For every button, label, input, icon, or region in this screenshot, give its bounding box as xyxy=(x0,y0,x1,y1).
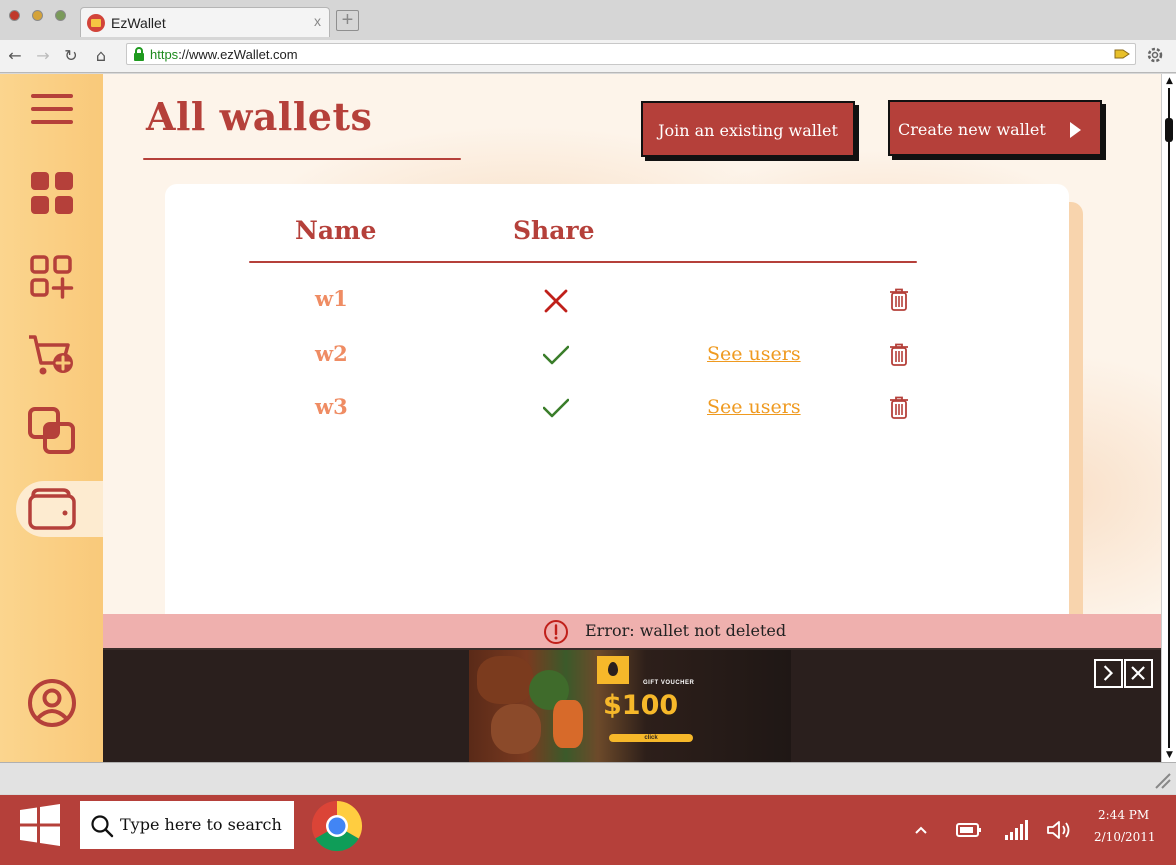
wallet-icon[interactable] xyxy=(25,482,79,536)
table-row: w3 See users xyxy=(103,388,1161,428)
taskbar-search-box[interactable]: Type here to search xyxy=(80,801,294,849)
page-viewport: All wallets Join an existing wallet Crea… xyxy=(0,74,1161,762)
scroll-up-icon[interactable]: ▲ xyxy=(1164,76,1175,86)
address-bar[interactable]: https://www.ezWallet.com xyxy=(126,43,1136,65)
battery-icon[interactable] xyxy=(956,819,982,841)
ad-voucher-image[interactable]: GIFT VOUCHER $100 click xyxy=(469,650,791,762)
chrome-browser-icon[interactable] xyxy=(311,800,363,852)
network-signal-icon[interactable] xyxy=(1004,819,1030,841)
create-wallet-label: Create new wallet xyxy=(898,120,1046,139)
ad-click-button[interactable]: click xyxy=(609,734,693,742)
shared-check-icon xyxy=(543,398,569,418)
scroll-thumb[interactable] xyxy=(1165,118,1173,142)
delete-trash-icon[interactable] xyxy=(889,343,909,367)
play-arrow-icon xyxy=(1070,122,1081,138)
browser-status-bar xyxy=(0,762,1176,794)
resize-grip-icon[interactable] xyxy=(1152,770,1172,790)
clock-time[interactable]: 2:44 PM xyxy=(1098,808,1149,822)
see-users-link[interactable]: See users xyxy=(707,343,801,365)
ad-amount: $100 xyxy=(603,690,679,721)
main-content: All wallets Join an existing wallet Crea… xyxy=(103,74,1161,762)
table-row: w2 See users xyxy=(103,335,1161,375)
create-wallet-button[interactable]: Create new wallet xyxy=(888,100,1102,156)
header-underline xyxy=(249,261,917,263)
back-button[interactable]: ← xyxy=(4,45,26,67)
join-wallet-button[interactable]: Join an existing wallet xyxy=(641,101,855,157)
column-header-share: Share xyxy=(513,216,595,245)
os-taskbar: Type here to search 2:44 PM 2/10/2011 xyxy=(0,795,1176,865)
wallet-name: w2 xyxy=(315,341,348,366)
wallet-name: w3 xyxy=(315,394,348,419)
clock-date[interactable]: 2/10/2011 xyxy=(1094,830,1156,844)
wallet-favicon-icon xyxy=(87,14,105,32)
delete-trash-icon[interactable] xyxy=(889,288,909,312)
error-alert-icon xyxy=(544,620,568,644)
settings-gear-icon[interactable] xyxy=(1145,45,1165,65)
home-button[interactable]: ⌂ xyxy=(90,45,112,67)
shared-check-icon xyxy=(543,345,569,365)
tray-chevron-up-icon[interactable] xyxy=(914,819,928,841)
ad-food-picture xyxy=(477,656,533,704)
column-header-name: Name xyxy=(295,216,377,245)
page-title: All wallets xyxy=(146,94,373,139)
menu-icon[interactable] xyxy=(25,82,79,136)
ad-voucher-label: GIFT VOUCHER xyxy=(643,680,695,686)
window-minimize-button[interactable] xyxy=(32,10,43,21)
url-text: https://www.ezWallet.com xyxy=(150,47,298,62)
lock-icon xyxy=(134,47,144,61)
reload-button[interactable]: ↻ xyxy=(60,45,82,67)
tab-title: EzWallet xyxy=(111,15,166,31)
wallet-name: w1 xyxy=(315,286,348,311)
scroll-track xyxy=(1168,88,1170,748)
browser-toolbar: ← → ↻ ⌂ https://www.ezWallet.com xyxy=(0,40,1176,73)
add-category-icon[interactable] xyxy=(25,250,79,304)
error-message: Error: wallet not deleted xyxy=(585,621,787,640)
ad-food-picture xyxy=(491,704,541,754)
forward-button[interactable]: → xyxy=(32,45,54,67)
bookmark-star-icon[interactable] xyxy=(1113,46,1131,62)
ad-close-icon[interactable] xyxy=(1124,659,1153,688)
window-maximize-button[interactable] xyxy=(55,10,66,21)
table-row: w1 xyxy=(103,280,1161,320)
scroll-down-icon[interactable]: ▼ xyxy=(1164,750,1175,760)
error-banner: Error: wallet not deleted xyxy=(103,614,1161,648)
not-shared-cross-icon xyxy=(544,289,568,313)
join-wallet-label: Join an existing wallet xyxy=(658,121,838,140)
browser-tab-strip: EzWallet x + xyxy=(0,0,1176,40)
search-icon xyxy=(91,815,114,838)
ad-food-picture xyxy=(553,700,583,748)
page-scrollbar[interactable]: ▲ ▼ xyxy=(1161,74,1176,762)
search-placeholder: Type here to search xyxy=(120,815,282,834)
see-users-link[interactable]: See users xyxy=(707,396,801,418)
new-tab-button[interactable]: + xyxy=(336,10,359,31)
volume-icon[interactable] xyxy=(1046,819,1072,841)
title-underline xyxy=(143,158,461,160)
windows-start-icon[interactable] xyxy=(18,803,62,847)
sidebar xyxy=(0,74,106,762)
cart-add-icon[interactable] xyxy=(25,329,79,383)
transactions-copy-icon[interactable] xyxy=(25,404,79,458)
ad-next-chevron-icon[interactable] xyxy=(1094,659,1123,688)
browser-tab[interactable]: EzWallet x xyxy=(80,7,330,37)
dashboard-grid-icon[interactable] xyxy=(25,166,79,220)
ad-banner: GIFT VOUCHER $100 click xyxy=(103,648,1161,762)
window-close-button[interactable] xyxy=(9,10,20,21)
delete-trash-icon[interactable] xyxy=(889,396,909,420)
profile-icon[interactable] xyxy=(25,676,79,730)
tab-close-button[interactable]: x xyxy=(314,13,321,29)
ad-location-logo-icon xyxy=(597,656,629,684)
